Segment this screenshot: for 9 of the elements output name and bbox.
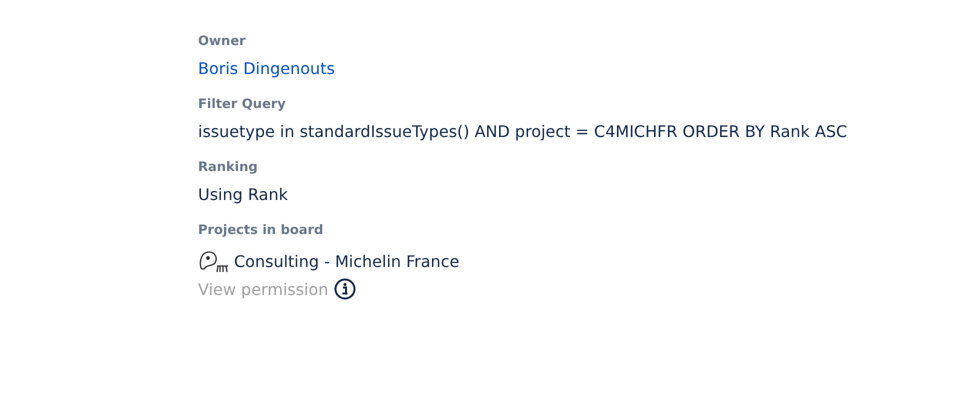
field-label: Owner — [198, 34, 246, 49]
field-value: issuetype in standardIssueTypes() AND project = C4MICHFR ORDER BY Rank ASC — [198, 122, 848, 141]
owner-link[interactable]: Boris Dingenouts — [198, 59, 335, 78]
field-label: Projects in board — [198, 223, 324, 238]
field-label: Filter Query — [198, 97, 286, 112]
info-icon[interactable] — [334, 278, 356, 300]
field-value: Using Rank — [198, 185, 288, 204]
field-label: Ranking — [198, 160, 258, 175]
project-name: Consulting - Michelin France — [234, 252, 460, 270]
